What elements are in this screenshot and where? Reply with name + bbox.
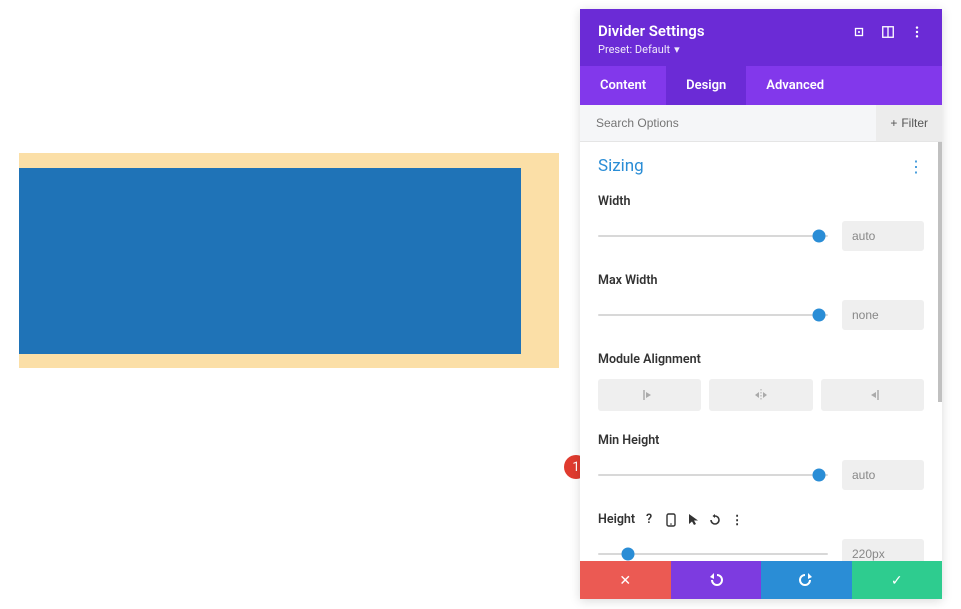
max-width-slider[interactable]: [598, 314, 828, 316]
align-center-button[interactable]: [709, 379, 812, 411]
expand-icon[interactable]: [851, 24, 866, 39]
undo-button[interactable]: [671, 561, 762, 599]
slider-thumb[interactable]: [812, 469, 825, 482]
plus-icon: +: [890, 116, 897, 130]
tab-design[interactable]: Design: [666, 66, 746, 105]
redo-button[interactable]: [761, 561, 852, 599]
min-height-value-input[interactable]: [842, 460, 924, 490]
save-button[interactable]: ✓: [852, 561, 943, 599]
height-label: Height: [598, 512, 635, 527]
max-width-control: Max Width: [598, 273, 924, 330]
tabs: Content Design Advanced: [580, 66, 942, 105]
panel-header-actions: [851, 22, 924, 39]
search-input[interactable]: [580, 105, 876, 141]
hover-icon[interactable]: [687, 514, 699, 526]
height-control: Height ? ⋮: [598, 512, 924, 561]
panel-title: Divider Settings: [598, 22, 705, 40]
min-height-slider[interactable]: [598, 474, 828, 476]
scrollbar[interactable]: [938, 142, 942, 402]
divider-settings-panel: Divider Settings Preset: Default ▾ Conte…: [580, 9, 942, 599]
panel-header: Divider Settings Preset: Default ▾: [580, 9, 942, 66]
filter-button[interactable]: + Filter: [876, 105, 942, 141]
alignment-label: Module Alignment: [598, 352, 924, 367]
reset-icon[interactable]: [709, 514, 721, 526]
slider-thumb[interactable]: [812, 230, 825, 243]
canvas-preview: [19, 153, 559, 368]
badge-number: 1: [572, 460, 579, 475]
kebab-icon[interactable]: ⋮: [731, 514, 743, 526]
preset-selector[interactable]: Preset: Default ▾: [598, 43, 705, 56]
cancel-button[interactable]: ✕: [580, 561, 671, 599]
check-icon: ✓: [891, 572, 903, 589]
caret-down-icon: ▾: [674, 43, 680, 56]
section-title: Sizing: [598, 156, 644, 176]
divider-module[interactable]: [19, 168, 521, 354]
preset-label: Preset: Default: [598, 43, 670, 56]
width-value-input[interactable]: [842, 221, 924, 251]
max-width-value-input[interactable]: [842, 300, 924, 330]
width-slider[interactable]: [598, 235, 828, 237]
section-menu-icon[interactable]: ⋮: [908, 157, 924, 176]
slider-thumb[interactable]: [621, 548, 634, 561]
width-label: Width: [598, 194, 924, 209]
height-option-icons: ? ⋮: [643, 514, 743, 526]
slider-thumb[interactable]: [812, 309, 825, 322]
panel-body: Sizing ⋮ Width Max Width: [580, 142, 942, 561]
close-icon: ✕: [619, 572, 631, 589]
align-right-button[interactable]: [821, 379, 924, 411]
height-value-input[interactable]: [842, 539, 924, 561]
panel-title-group: Divider Settings Preset: Default ▾: [598, 22, 705, 56]
filter-label: Filter: [901, 116, 928, 130]
height-slider[interactable]: [598, 553, 828, 555]
align-left-button[interactable]: [598, 379, 701, 411]
section-heading: Sizing ⋮: [598, 156, 924, 176]
min-height-label: Min Height: [598, 433, 924, 448]
undo-icon: [708, 573, 724, 587]
alignment-control: Module Alignment: [598, 352, 924, 411]
max-width-label: Max Width: [598, 273, 924, 288]
tab-advanced[interactable]: Advanced: [746, 66, 844, 105]
min-height-control: Min Height: [598, 433, 924, 490]
kebab-menu-icon[interactable]: [909, 24, 924, 39]
panel-footer: ✕ ✓: [580, 561, 942, 599]
snap-icon[interactable]: [880, 24, 895, 39]
redo-icon: [798, 573, 814, 587]
help-icon[interactable]: ?: [643, 514, 655, 526]
responsive-icon[interactable]: [665, 514, 677, 526]
width-control: Width: [598, 194, 924, 251]
tab-content[interactable]: Content: [580, 66, 666, 105]
search-bar: + Filter: [580, 105, 942, 142]
